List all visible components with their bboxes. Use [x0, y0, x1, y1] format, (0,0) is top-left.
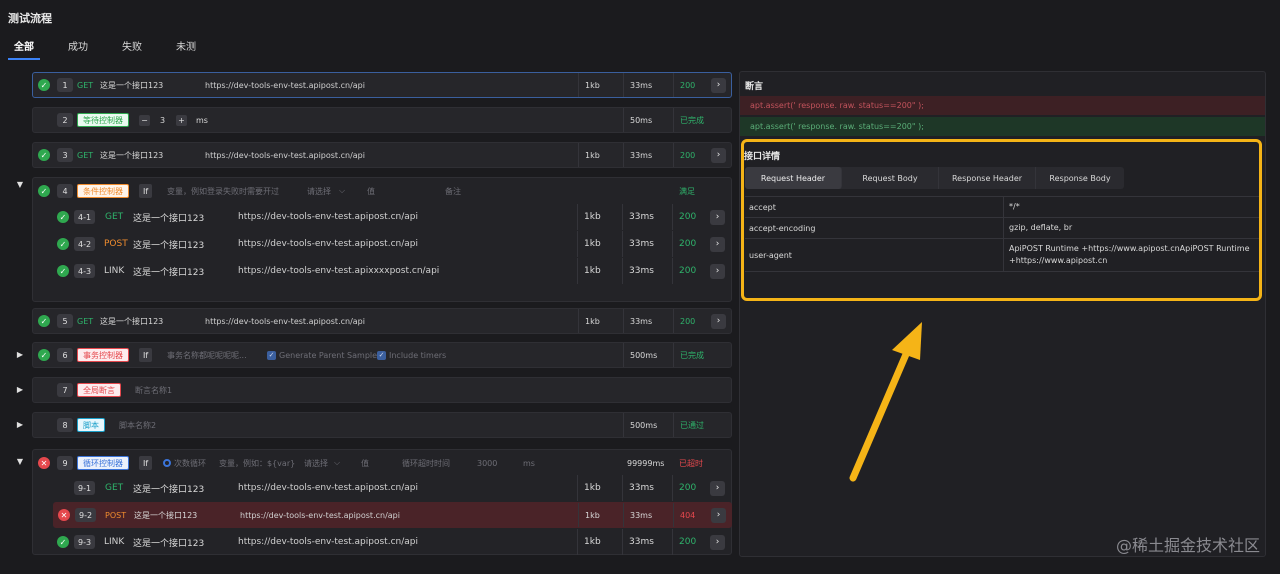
annotation-arrow-icon: [849, 322, 922, 482]
watermark: @稀土掘金技术社区: [1115, 536, 1260, 555]
